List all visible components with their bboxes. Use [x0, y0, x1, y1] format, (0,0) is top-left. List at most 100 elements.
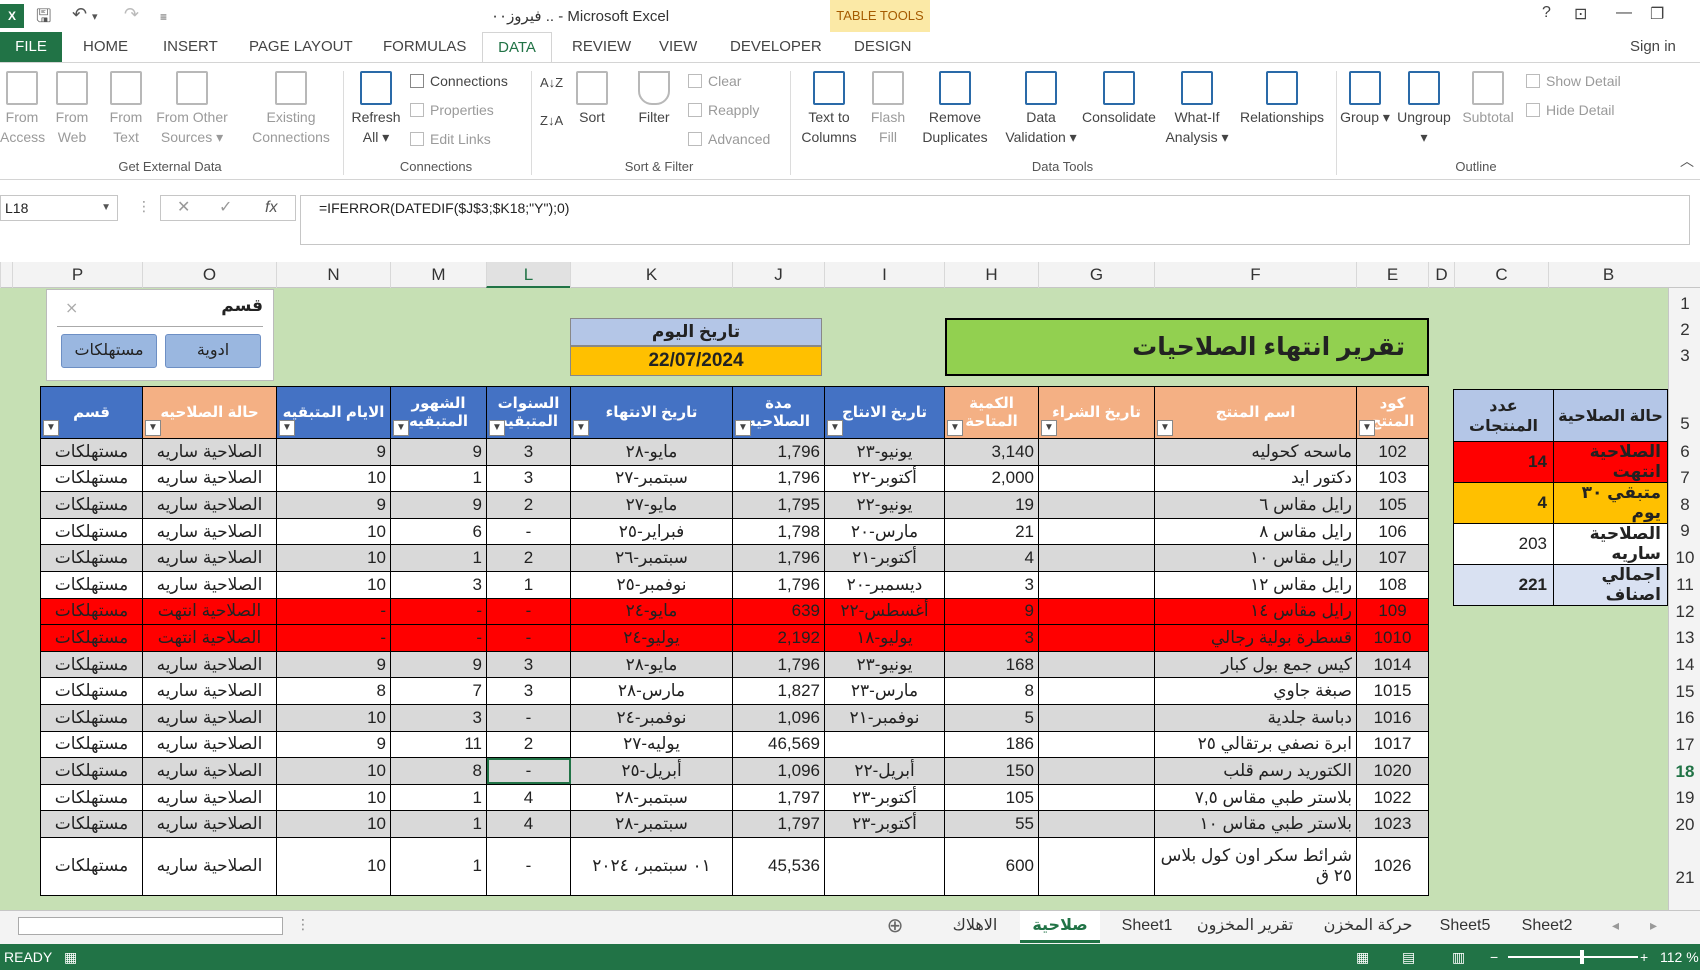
- row-header[interactable]: 18: [1669, 762, 1700, 782]
- tab-file[interactable]: FILE: [0, 32, 62, 62]
- cell-purchase-date[interactable]: [1038, 438, 1155, 466]
- cell-production-date[interactable]: نوفمبر-٢١: [824, 703, 945, 732]
- cell-quantity[interactable]: 55: [944, 810, 1039, 838]
- macro-record-icon[interactable]: ▦: [64, 944, 77, 970]
- row-header[interactable]: 8: [1669, 495, 1700, 515]
- col-header-h[interactable]: H: [944, 262, 1038, 288]
- cell-years-left[interactable]: 3: [486, 464, 571, 493]
- row-header[interactable]: 14: [1669, 655, 1700, 675]
- zoom-in-icon[interactable]: +: [1640, 944, 1648, 970]
- cell-expiry-date[interactable]: فبراير-٢٥: [570, 517, 733, 546]
- tab-design[interactable]: DESIGN: [854, 38, 912, 55]
- cell-days-left[interactable]: 10: [276, 703, 391, 732]
- tab-home[interactable]: HOME: [83, 38, 128, 55]
- filter-dropdown-icon[interactable]: ▼: [1359, 420, 1375, 436]
- cell-validity-period[interactable]: 46,569: [732, 730, 825, 759]
- row-header[interactable]: 17: [1669, 735, 1700, 755]
- filter-button[interactable]: Filter: [632, 71, 676, 127]
- cell-expiry-date[interactable]: مايو-٢٧: [570, 491, 733, 519]
- sheet-tab[interactable]: حركة المخزن: [1316, 911, 1420, 943]
- cell-months-left[interactable]: 3: [390, 703, 487, 732]
- cell-product-name[interactable]: ماسحه كحوليه: [1154, 438, 1357, 466]
- slicer-item-medicines[interactable]: ادوية: [165, 334, 261, 368]
- cell-years-left[interactable]: 3: [486, 677, 571, 705]
- advanced-filter-button[interactable]: Advanced: [688, 129, 770, 149]
- cell-validity-period[interactable]: 1,798: [732, 517, 825, 546]
- header-days-left[interactable]: ▼ الايام المتبقيه: [276, 386, 391, 439]
- cell-validity-period[interactable]: 1,795: [732, 491, 825, 519]
- cell-product-name[interactable]: رايل مقاس ١٤: [1154, 597, 1357, 626]
- header-product-name[interactable]: ▼ اسم المنتج: [1154, 386, 1357, 439]
- summary-label[interactable]: متبقي ٣٠ يوم: [1553, 482, 1668, 524]
- cell-months-left[interactable]: 8: [390, 757, 487, 785]
- cell-purchase-date[interactable]: [1038, 491, 1155, 519]
- name-box-dropdown-icon[interactable]: ▼: [101, 196, 111, 220]
- header-product-code[interactable]: ▼ كود المنتج: [1356, 386, 1429, 439]
- reapply-button[interactable]: Reapply: [688, 100, 759, 120]
- normal-view-icon[interactable]: ▦: [1356, 944, 1369, 970]
- cell-expiry-date[interactable]: يوليه-٢٧: [570, 730, 733, 759]
- cell-years-left[interactable]: -: [486, 703, 571, 732]
- cell-expiry-date[interactable]: يوليو-٢٤: [570, 624, 733, 652]
- cell-purchase-date[interactable]: [1038, 783, 1155, 812]
- cell-months-left[interactable]: 9: [390, 491, 487, 519]
- col-header-b[interactable]: B: [1548, 262, 1668, 288]
- cell-years-left[interactable]: 3: [486, 438, 571, 466]
- enter-icon[interactable]: ✓: [219, 196, 232, 220]
- header-validity-period[interactable]: ▼ مدة الصلاحيه: [732, 386, 825, 439]
- text-to-columns-button[interactable]: Text to Columns: [796, 71, 862, 147]
- cell-quantity[interactable]: 3,140: [944, 438, 1039, 466]
- cell-months-left[interactable]: -: [390, 597, 487, 626]
- cell-product-code[interactable]: 1020: [1356, 757, 1429, 785]
- header-expiry-date[interactable]: ▼ تاريخ الانتهاء: [570, 386, 733, 439]
- cell-months-left[interactable]: 1: [390, 836, 487, 896]
- cell-product-name[interactable]: رايل مقاس ٨: [1154, 517, 1357, 546]
- minimize-button[interactable]: —: [1616, 4, 1632, 22]
- summary-header-count[interactable]: عدد المنتجات: [1453, 389, 1554, 442]
- cell-expiry-date[interactable]: مايو-٢٨: [570, 438, 733, 466]
- help-button[interactable]: ?: [1542, 4, 1551, 22]
- cell-days-left[interactable]: 10: [276, 464, 391, 493]
- cell-months-left[interactable]: 1: [390, 810, 487, 838]
- cell-status[interactable]: الصلاحية انتهت: [142, 597, 277, 626]
- cell-category[interactable]: مستهلكات: [40, 624, 143, 652]
- header-months-left[interactable]: ▼ الشهور المتبقيه: [390, 386, 487, 439]
- cell-status[interactable]: الصلاحية ساريه: [142, 544, 277, 572]
- cell-days-left[interactable]: 10: [276, 517, 391, 546]
- summary-count[interactable]: 4: [1453, 482, 1554, 524]
- row-header[interactable]: 10: [1669, 548, 1700, 568]
- zoom-level[interactable]: 112 %: [1660, 944, 1699, 970]
- summary-label[interactable]: اجمالي اصناف: [1553, 564, 1668, 606]
- cell-days-left[interactable]: 10: [276, 544, 391, 572]
- page-break-view-icon[interactable]: ▥: [1452, 944, 1465, 970]
- filter-dropdown-icon[interactable]: ▼: [947, 420, 963, 436]
- from-access-button[interactable]: From Access: [0, 71, 45, 147]
- cell-days-left[interactable]: 9: [276, 650, 391, 679]
- cell-production-date[interactable]: مارس-٢٠: [824, 517, 945, 546]
- cell-expiry-date[interactable]: مايو-٢٤: [570, 597, 733, 626]
- cell-years-left[interactable]: 1: [486, 570, 571, 599]
- col-header-n[interactable]: N: [276, 262, 390, 288]
- cell-category[interactable]: مستهلكات: [40, 677, 143, 705]
- col-header-p[interactable]: P: [12, 262, 142, 288]
- cell-validity-period[interactable]: 1,797: [732, 810, 825, 838]
- filter-dropdown-icon[interactable]: ▼: [573, 420, 589, 436]
- cell-months-left[interactable]: 9: [390, 650, 487, 679]
- cell-category[interactable]: مستهلكات: [40, 570, 143, 599]
- cell-production-date[interactable]: ديسمبر-٢٠: [824, 570, 945, 599]
- clear-filter-button[interactable]: Clear: [688, 71, 741, 91]
- cell-quantity[interactable]: 2,000: [944, 464, 1039, 493]
- cell-production-date[interactable]: أغسطس-٢٢: [824, 597, 945, 626]
- cell-status[interactable]: الصلاحية ساريه: [142, 650, 277, 679]
- remove-duplicates-button[interactable]: Remove Duplicates: [914, 71, 996, 147]
- cell-category[interactable]: مستهلكات: [40, 836, 143, 896]
- cell-days-left[interactable]: 10: [276, 836, 391, 896]
- row-header[interactable]: 16: [1669, 708, 1700, 728]
- row-header[interactable]: 19: [1669, 788, 1700, 808]
- cell-production-date[interactable]: يونيو-٢٣: [824, 438, 945, 466]
- sort-a-z-button[interactable]: A↓Z: [540, 73, 563, 93]
- cell-category[interactable]: مستهلكات: [40, 783, 143, 812]
- filter-dropdown-icon[interactable]: ▼: [393, 420, 409, 436]
- cell-product-name[interactable]: كيس جمع بول كبار: [1154, 650, 1357, 679]
- cell-validity-period[interactable]: 1,096: [732, 703, 825, 732]
